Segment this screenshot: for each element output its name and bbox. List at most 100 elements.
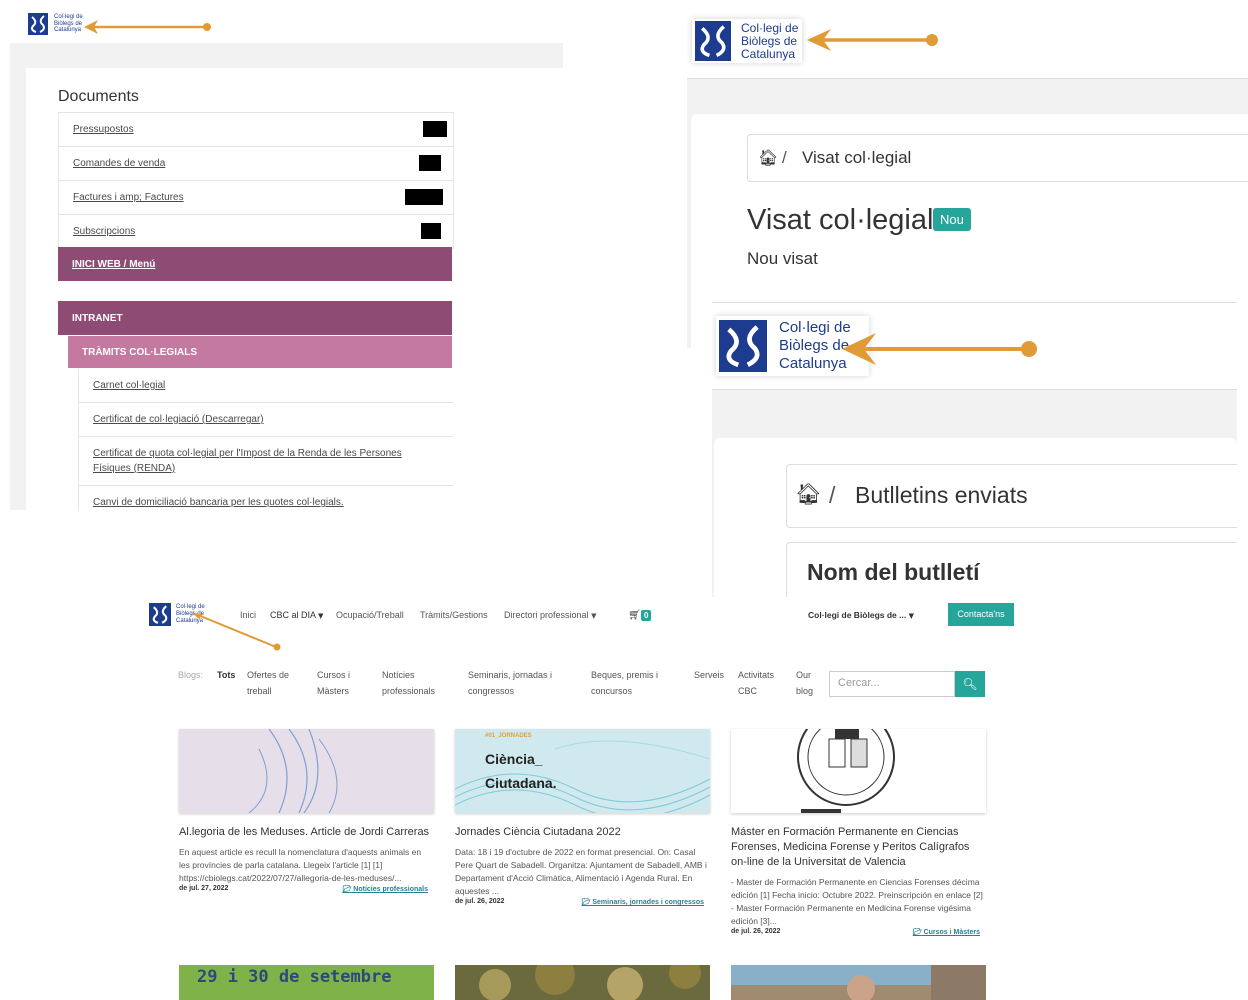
breadcrumb-current: Visat col·legial — [802, 148, 912, 167]
blog-post[interactable]: Máster en Formación Permanente en Cienci… — [731, 729, 986, 940]
submenu-link[interactable]: Certificat de col·legiació (Descarregar) — [93, 414, 264, 425]
post-title[interactable]: Al.legoria de les Meduses. Article de Jo… — [179, 825, 434, 840]
blog-post[interactable]: Al.legoria de les Meduses. Article de Jo… — [179, 729, 434, 897]
menu-label: INICI WEB / Menú — [72, 259, 156, 270]
tab-ofertes[interactable]: Ofertes de treball — [247, 667, 303, 699]
folder-icon: 📂︎ — [912, 928, 922, 936]
post-excerpt: - Master de Formación Permanente en Cien… — [731, 877, 983, 926]
nav-ocupacio[interactable]: Ocupació/Treball — [336, 610, 404, 620]
status-badge: Nou — [933, 208, 971, 231]
page-title: Visat col·legial — [747, 204, 934, 236]
search-placeholder: Cercar... — [838, 677, 880, 689]
tab-activitats[interactable]: Activitats CBC — [738, 667, 784, 699]
post-image[interactable] — [179, 729, 434, 813]
documents-list: Pressupostos Comandes de venda Factures … — [58, 112, 454, 249]
post-excerpt: Data: 18 i 19 d'octubre de 2022 en forma… — [455, 847, 707, 896]
butlletins-panel: Col·legi de Biòlegs de Catalunya 🏠︎ / Bu… — [712, 302, 1237, 600]
brand-logo-overlay[interactable]: Col·legi de Biòlegs de Catalunya — [28, 13, 83, 35]
post-thumbnail[interactable] — [455, 965, 710, 1000]
post-image[interactable]: #01_JORNADES Ciència_ Ciutadana. — [455, 729, 710, 813]
image-tag: #01_JORNADES — [485, 733, 532, 739]
org-menu[interactable]: Col·legi de Biòlegs de ... ▼ — [808, 610, 914, 620]
post-category[interactable]: 📂︎ Cursos i Màsters — [913, 928, 980, 936]
annotation-arrow — [807, 29, 938, 51]
count-badge — [419, 155, 441, 171]
cart-icon[interactable]: 🛒︎ — [628, 610, 641, 621]
menu-intranet[interactable]: INTRANET — [58, 301, 452, 335]
tab-beques[interactable]: Beques, premis i concursos — [591, 667, 669, 699]
logo-mark-icon — [149, 603, 171, 626]
post-date: de jul. 26, 2022 — [455, 898, 505, 905]
list-item[interactable]: Pressupostos — [59, 113, 453, 147]
menu-inici-web[interactable]: INICI WEB / Menú — [58, 247, 452, 281]
submenu-item[interactable]: Certificat de quota col·legial per l'Imp… — [78, 437, 453, 486]
list-item[interactable]: Subscripcions — [59, 215, 453, 248]
caret-down-icon: ▼ — [591, 612, 597, 620]
post-category[interactable]: 📂︎ Seminaris, jornades i congressos — [582, 898, 705, 906]
submenu-item[interactable]: Carnet col·legial — [78, 369, 453, 403]
post-thumbnail[interactable] — [731, 965, 986, 1000]
tab-cursos[interactable]: Cursos i Màsters — [317, 667, 361, 699]
logo-mark-icon — [719, 320, 767, 372]
annotation-arrow — [842, 333, 1037, 365]
annotation-arrow — [84, 20, 211, 34]
tab-our-blog[interactable]: Our blog — [796, 667, 820, 699]
list-item[interactable]: Comandes de venda — [59, 147, 453, 181]
newsletter-card: Nom del butlletí — [786, 542, 1237, 600]
brand-line-2: Biòlegs de — [741, 33, 798, 48]
post-image[interactable] — [731, 729, 986, 813]
tab-tots[interactable]: Tots — [217, 667, 235, 683]
post-date: de jul. 26, 2022 — [731, 928, 781, 935]
post-category-label: Cursos i Màsters — [923, 929, 980, 936]
doc-link[interactable]: Comandes de venda — [73, 158, 165, 169]
submenu-link[interactable]: Certificat de quota col·legial per l'Imp… — [93, 448, 402, 474]
newsletter-name-heading: Nom del butlletí — [807, 559, 980, 585]
folder-icon: 📂︎ — [342, 885, 352, 893]
search-button[interactable]: 🔍︎ — [955, 671, 985, 697]
post-title[interactable]: Jornades Ciència Ciutadana 2022 — [455, 825, 710, 840]
brand-logo[interactable]: Col·legi de Biòlegs de Catalunya — [692, 19, 803, 63]
tab-serveis[interactable]: Serveis — [694, 667, 724, 683]
post-category-label: Notícies professionals — [353, 886, 428, 893]
nav-directori[interactable]: Directori professional ▼ — [504, 610, 596, 620]
brand-line-1: Col·legi de — [741, 20, 799, 35]
documents-panel: Col·legi de Biòlegs de Catalunya Col·leg… — [10, 8, 563, 510]
search-input[interactable]: Cercar... — [829, 671, 955, 697]
post-category[interactable]: 📂︎ Notícies professionals — [342, 885, 428, 893]
folder-icon: 📂︎ — [581, 898, 591, 906]
tab-noticies[interactable]: Notícies professionals — [382, 667, 448, 699]
submenu-item[interactable]: Canvi de domiciliació bancaria per les q… — [78, 486, 453, 510]
home-icon[interactable]: 🏠︎ — [795, 482, 822, 507]
menu-label: INTRANET — [72, 313, 123, 324]
brand-line-1: Col·legi de — [54, 14, 83, 21]
gears-image — [479, 965, 701, 1000]
tab-seminaris[interactable]: Seminaris, jornadas i congressos — [468, 667, 572, 699]
brand-line-2: Biòlegs de — [54, 20, 83, 27]
contact-button[interactable]: Contacta'ns — [948, 603, 1014, 626]
list-item[interactable]: Factures i amp; Factures — [59, 181, 453, 215]
nav-tramits[interactable]: Tràmits/Gestions — [420, 610, 488, 620]
doc-link[interactable]: Pressupostos — [73, 124, 134, 135]
home-icon[interactable]: 🏠︎ — [758, 148, 778, 167]
doc-link[interactable]: Factures i amp; Factures — [73, 192, 184, 203]
brand-line-3: Catalunya — [741, 46, 796, 61]
image-text-line-2: Ciutadana. — [485, 775, 557, 791]
doc-link[interactable]: Subscripcions — [73, 226, 135, 237]
post-thumbnail[interactable]: 29 i 30 de setembre — [179, 965, 434, 1000]
university-seal-image — [797, 729, 895, 813]
menu-tramits[interactable]: TRÀMITS COL·LEGIALS — [68, 336, 452, 368]
blog-post[interactable]: #01_JORNADES Ciència_ Ciutadana. Jornade… — [455, 729, 710, 910]
count-badge — [423, 121, 447, 137]
submenu-link[interactable]: Carnet col·legial — [93, 380, 165, 391]
post-excerpt: En aquest article es recull la nomenclat… — [179, 847, 422, 883]
count-badge — [405, 189, 443, 205]
breadcrumb: 🏠︎ / Visat col·legial — [747, 134, 1248, 182]
image-text-line-1: Ciència_ — [485, 751, 543, 767]
submenu-item[interactable]: Certificat de col·legiació (Descarregar) — [78, 403, 453, 437]
post-title[interactable]: Máster en Formación Permanente en Cienci… — [731, 825, 986, 870]
website-panel: Col·legi de Biòlegs de Catalunya Inici C… — [140, 597, 1020, 1000]
caret-down-icon: ▼ — [318, 612, 324, 620]
logo-mark-icon — [28, 13, 48, 35]
blogs-label: Blogs: — [178, 670, 204, 680]
submenu-link[interactable]: Canvi de domiciliació bancaria per les q… — [93, 497, 344, 508]
